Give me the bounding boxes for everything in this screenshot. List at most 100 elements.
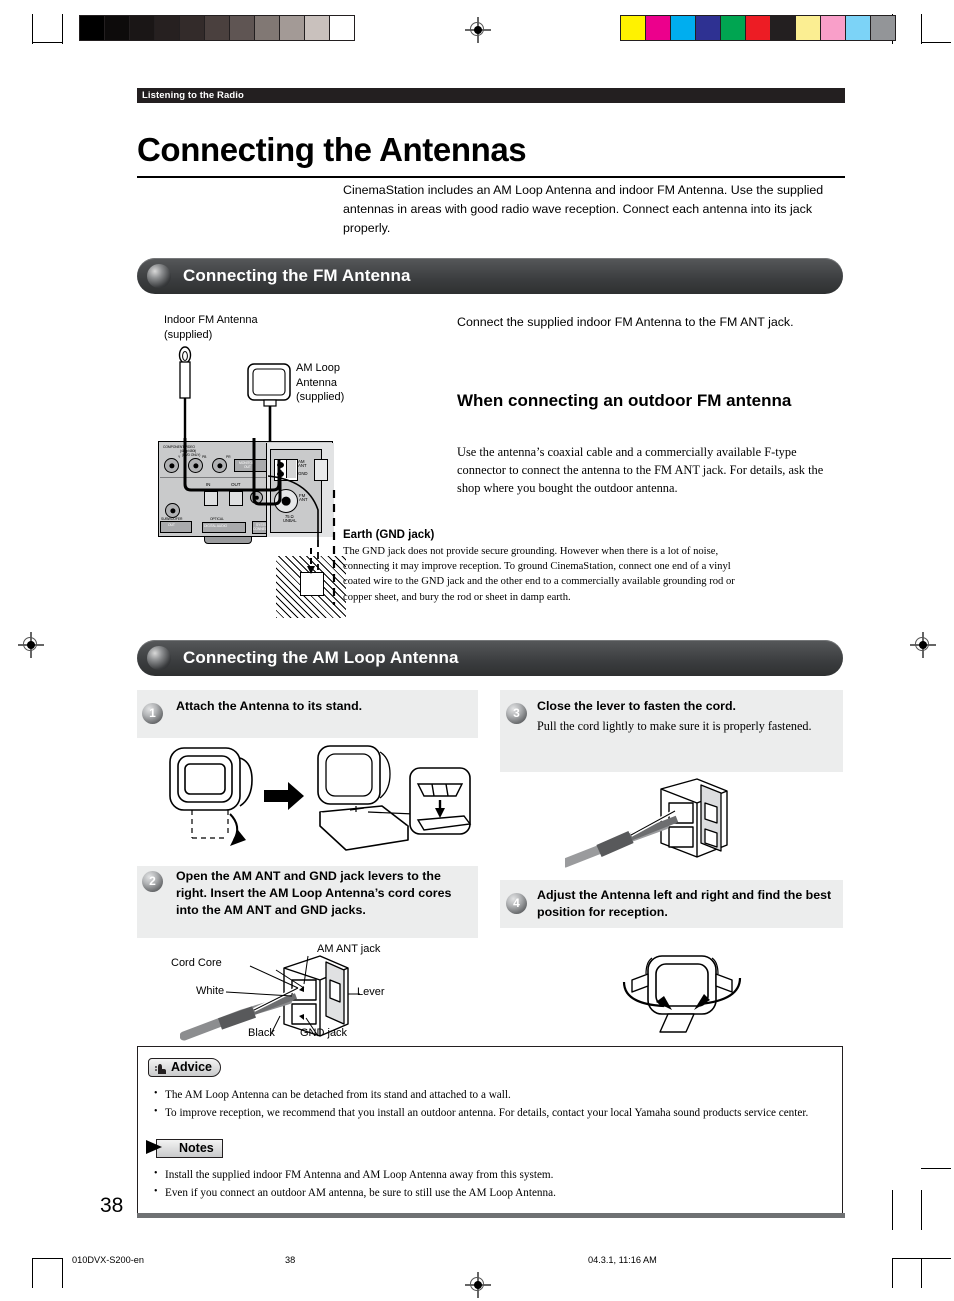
color-patch: [721, 16, 746, 40]
page-number: 38: [100, 1194, 124, 1217]
crop-mark: [32, 1258, 62, 1260]
callout-indoor-fm-antenna: Indoor FM Antenna (supplied): [164, 314, 258, 341]
triangle-pointer-icon: [146, 1140, 162, 1154]
earth-heading: Earth (GND jack): [343, 529, 435, 541]
color-patch: [771, 16, 796, 40]
running-head: Listening to the Radio: [137, 88, 845, 103]
color-patch: [746, 16, 771, 40]
bullet-orb-icon: [147, 264, 171, 288]
color-patch: [130, 16, 155, 40]
color-patch: [846, 16, 871, 40]
color-patch: [796, 16, 821, 40]
page-title: Connecting the Antennas: [137, 131, 527, 168]
list-item: Install the supplied indoor FM Antenna a…: [152, 1166, 828, 1183]
grounding-rod: [300, 572, 324, 596]
running-head-label: Listening to the Radio: [142, 90, 244, 101]
color-control-bars: [620, 15, 896, 41]
step-3-body: Pull the cord lightly to make sure it is…: [537, 719, 812, 733]
grayscale-step-wedge: [79, 15, 355, 41]
color-patch: [255, 16, 280, 40]
ground-arrow-icon: [307, 548, 315, 574]
earth-ground-hatching: [276, 556, 346, 618]
crop-mark: [62, 14, 64, 44]
bullet-orb-icon: [147, 646, 171, 670]
color-patch: [105, 16, 130, 40]
earth-body: The GND jack does not provide secure gro…: [343, 546, 735, 603]
crop-mark: [62, 1258, 64, 1288]
step-1-number: 1: [142, 703, 163, 724]
step-3-illustration: [565, 778, 728, 868]
callout-gnd-jack: GND jack: [300, 1027, 348, 1039]
crop-mark: [921, 42, 951, 44]
advice-notes-box: Advice The AM Loop Antenna can be detach…: [137, 1046, 843, 1214]
color-patch: [205, 16, 230, 40]
step-2-title: Open the AM ANT and GND jack levers to t…: [176, 869, 452, 917]
crop-mark: [921, 1258, 923, 1288]
callout-lever: Lever: [357, 986, 385, 998]
crop-mark: [32, 1258, 34, 1288]
fm-subheading: When connecting an outdoor FM antenna: [457, 391, 792, 410]
fm-intro-text: Connect the supplied indoor FM Antenna t…: [457, 315, 794, 329]
section-header-am-label: Connecting the AM Loop Antenna: [183, 648, 459, 667]
color-patch: [280, 16, 305, 40]
list-item: Even if you connect an outdoor AM antenn…: [152, 1184, 828, 1201]
color-patch: [230, 16, 255, 40]
callout-am-loop-antenna: AM Loop Antenna (supplied): [296, 362, 345, 403]
step-3-title: Close the lever to fasten the cord.: [537, 699, 736, 713]
registration-mark-left: [18, 632, 44, 658]
crop-mark: [921, 14, 923, 44]
bottom-rule: [137, 1213, 845, 1218]
crop-mark: [892, 1258, 951, 1260]
title-rule: [137, 176, 845, 179]
crop-mark: [892, 1258, 894, 1288]
diagram-boundary: [332, 490, 336, 605]
footer-timestamp: 04.3.1, 11:16 AM: [588, 1255, 657, 1265]
list-item: To improve reception, we recommend that …: [152, 1104, 828, 1121]
step-1-illustration: [169, 745, 472, 851]
am-loop-antenna-drawing: [247, 363, 291, 448]
registration-mark-right: [910, 632, 936, 658]
advice-tag: Advice: [148, 1058, 221, 1077]
callout-am-ant-jack: AM ANT jack: [317, 943, 381, 955]
hand-pointer-icon: [155, 1063, 166, 1074]
antenna-cable-routing: [183, 438, 282, 506]
crop-mark: [32, 14, 34, 44]
step-4-number: 4: [506, 893, 527, 914]
color-patch: [621, 16, 646, 40]
advice-list: The AM Loop Antenna can be detached from…: [152, 1086, 828, 1123]
color-patch: [80, 16, 105, 40]
color-patch: [821, 16, 846, 40]
color-patch: [646, 16, 671, 40]
section-header-fm-label: Connecting the FM Antenna: [183, 266, 411, 285]
callout-white: White: [196, 985, 225, 997]
rear-panel-drawing: COMPONENT VIDEO (480p/480i) (DVD ONLY) Y…: [158, 441, 342, 545]
crop-mark: [921, 1190, 923, 1230]
crop-mark: [921, 1168, 951, 1170]
color-patch: [671, 16, 696, 40]
color-patch: [180, 16, 205, 40]
color-patch: [305, 16, 330, 40]
step-2-number: 2: [142, 871, 163, 892]
color-patch: [155, 16, 180, 40]
callout-cord-core: Cord Core: [171, 957, 222, 969]
crop-mark: [32, 42, 62, 44]
registration-mark-top: [465, 17, 491, 43]
footer-page: 38: [285, 1255, 296, 1265]
color-patch: [330, 16, 354, 40]
step-1-title: Attach the Antenna to its stand.: [176, 699, 363, 713]
fm-outdoor-body: Use the antenna’s coaxial cable and a co…: [457, 445, 824, 495]
color-patch: [696, 16, 721, 40]
crop-mark: [892, 1190, 894, 1230]
registration-mark-bottom: [465, 1272, 491, 1298]
page-intro: CinemaStation includes an AM Loop Antenn…: [343, 183, 824, 235]
list-item: The AM Loop Antenna can be detached from…: [152, 1086, 828, 1103]
step-4-title: Adjust the Antenna left and right and fi…: [537, 888, 832, 919]
step-2-illustration: Cord Core White Black AM ANT jack GND ja…: [171, 940, 412, 1044]
color-patch: [871, 16, 895, 40]
callout-black: Black: [248, 1027, 275, 1039]
section-header-fm: Connecting the FM Antenna: [137, 258, 843, 294]
step-4-illustration: [622, 955, 742, 1033]
notes-list: Install the supplied indoor FM Antenna a…: [152, 1166, 828, 1203]
section-header-am: Connecting the AM Loop Antenna: [137, 640, 843, 676]
step-3-number: 3: [506, 703, 527, 724]
